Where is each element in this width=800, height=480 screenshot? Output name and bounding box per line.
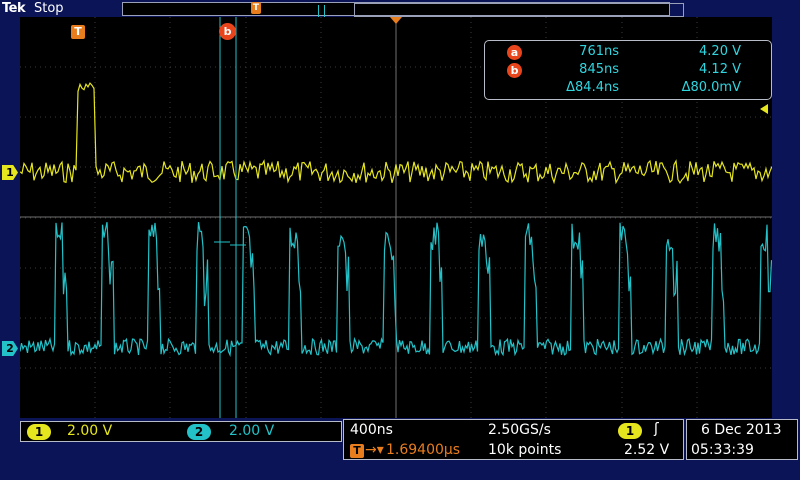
- channel-1-ground-marker[interactable]: 1: [2, 165, 18, 180]
- channel-scale-panel[interactable]: 1 2.00 V 2 2.00 V: [20, 421, 342, 442]
- cursor-a-readout: a 761ns 4.20 V: [485, 44, 771, 61]
- cursor-a-voltage: 4.20 V: [699, 44, 741, 59]
- trigger-source-badge[interactable]: 1: [618, 423, 642, 439]
- record-view-window[interactable]: [354, 3, 684, 17]
- time: 05:33:39: [691, 442, 754, 458]
- brand-logo: Tek: [2, 1, 26, 16]
- time-per-div[interactable]: 400ns: [350, 422, 393, 438]
- trigger-position-icon: T: [350, 444, 364, 458]
- channel-2-badge[interactable]: 2: [187, 424, 211, 440]
- cursor-b-marker[interactable]: b: [219, 23, 236, 40]
- cursor-b-voltage: 4.12 V: [699, 62, 741, 77]
- trigger-position-value[interactable]: 1.69400µs: [386, 442, 460, 458]
- cursor-a-time: 761ns: [579, 44, 619, 59]
- delta-time: Δ84.4ns: [566, 80, 619, 95]
- trigger-level[interactable]: 2.52 V: [624, 442, 669, 458]
- cursor-b-time: 845ns: [579, 62, 619, 77]
- channel-1-badge[interactable]: 1: [27, 424, 51, 440]
- record-cursor-a-mark: [318, 5, 319, 17]
- run-state: Stop: [34, 1, 64, 16]
- cursor-b-badge: b: [507, 63, 522, 78]
- cursor-b-readout: b 845ns 4.12 V: [485, 62, 771, 79]
- channel-1-scale[interactable]: 2.00 V: [67, 423, 112, 439]
- cursor-delta-readout: Δ84.4ns Δ80.0mV: [485, 80, 771, 97]
- datetime-panel: 6 Dec 2013 05:33:39: [686, 419, 798, 460]
- trigger-marker[interactable]: T: [71, 25, 85, 39]
- trigger-level-indicator: [760, 104, 768, 114]
- channel-2-ground-marker[interactable]: 2: [2, 341, 18, 356]
- horizontal-trigger-panel[interactable]: 400ns 2.50GS/s T →▾ 1.69400µs 10k points…: [343, 419, 684, 460]
- record-cursor-b-mark: [324, 5, 325, 17]
- status-bar: Tek Stop T: [0, 0, 800, 18]
- oscilloscope-screen: Tek Stop T T b 1 2 a 761ns 4.20 V b 845n…: [0, 0, 800, 480]
- trigger-position-arrow: [390, 17, 402, 24]
- date: 6 Dec 2013: [701, 422, 782, 438]
- delta-voltage: Δ80.0mV: [681, 80, 741, 95]
- record-length: 10k points: [488, 442, 562, 458]
- record-view-bar[interactable]: T: [122, 2, 684, 17]
- channel-2-scale[interactable]: 2.00 V: [229, 423, 274, 439]
- trigger-position-arrow-glyph: →▾: [365, 442, 384, 458]
- rising-edge-icon: ʃ: [654, 421, 659, 437]
- cursor-a-badge: a: [507, 45, 522, 60]
- record-trigger-marker: T: [251, 2, 261, 14]
- sample-rate: 2.50GS/s: [488, 422, 551, 438]
- cursor-readout-box: a 761ns 4.20 V b 845ns 4.12 V Δ84.4ns Δ8…: [484, 40, 772, 100]
